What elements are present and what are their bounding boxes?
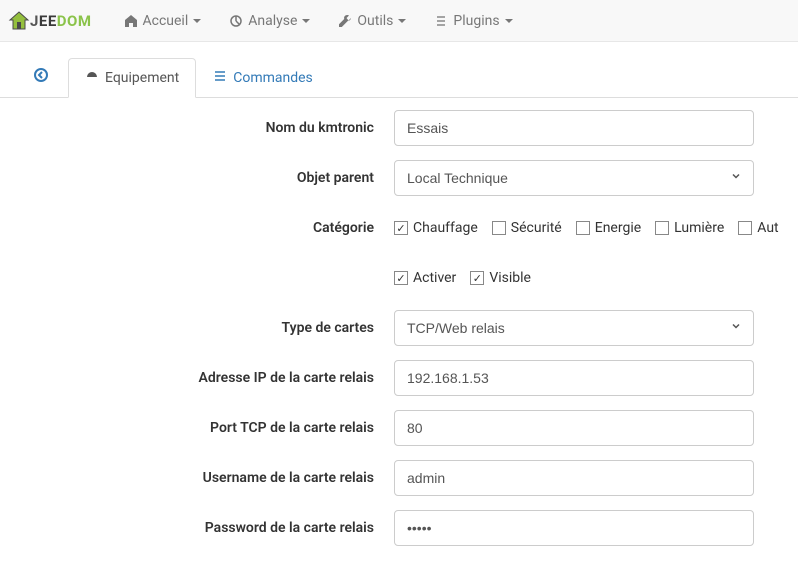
label-type-cartes: Type de cartes (14, 320, 394, 336)
user-input[interactable] (394, 460, 754, 496)
label-user: Username de la carte relais (14, 470, 394, 486)
label-parent: Objet parent (14, 170, 394, 186)
logo[interactable]: JEEDOM (8, 11, 92, 31)
nav-home-label: Accueil (143, 13, 189, 29)
category-securite[interactable]: Sécurité (492, 220, 562, 236)
caret-down-icon (505, 19, 513, 23)
back-button[interactable] (14, 56, 68, 98)
label-ip: Adresse IP de la carte relais (14, 370, 394, 386)
wrench-icon (338, 14, 352, 28)
category-autre[interactable]: Aut (738, 220, 778, 236)
category-label: Lumière (674, 220, 724, 236)
plugins-icon (434, 14, 448, 28)
checkbox-icon (492, 221, 506, 235)
checkbox-icon (655, 221, 669, 235)
type-cartes-select[interactable]: TCP/Web relais (394, 310, 754, 346)
pass-input[interactable] (394, 510, 754, 546)
checkbox-icon (470, 271, 484, 285)
nav-outils[interactable]: Outils (324, 13, 420, 29)
category-label: Sécurité (511, 220, 562, 236)
category-label: Chauffage (413, 220, 478, 236)
activer-checkbox[interactable]: Activer (394, 270, 456, 286)
tab-equipement[interactable]: Equipement (68, 58, 196, 98)
equipement-form: Nom du kmtronic Objet parent Local Techn… (0, 98, 798, 580)
category-label: Energie (595, 220, 641, 236)
visible-checkbox[interactable]: Visible (470, 270, 531, 286)
nav-plugins[interactable]: Plugins (420, 13, 526, 29)
tab-commandes[interactable]: Commandes (196, 58, 330, 98)
categories-row: Chauffage Sécurité Energie Lumière Aut (394, 210, 784, 246)
visible-label: Visible (489, 270, 531, 286)
nav-home[interactable]: Accueil (110, 13, 216, 29)
ip-input[interactable] (394, 360, 754, 396)
port-input[interactable] (394, 410, 754, 446)
activer-label: Activer (413, 270, 456, 286)
checkbox-icon (738, 221, 752, 235)
top-navbar: JEEDOM Accueil Analyse Outils Plugins (0, 0, 798, 42)
category-chauffage[interactable]: Chauffage (394, 220, 478, 236)
category-lumiere[interactable]: Lumière (655, 220, 724, 236)
checkbox-icon (394, 221, 408, 235)
tab-commandes-label: Commandes (233, 70, 313, 86)
parent-select[interactable]: Local Technique (394, 160, 754, 196)
logo-text: JEEDOM (30, 12, 92, 30)
label-port: Port TCP de la carte relais (14, 420, 394, 436)
list-icon (213, 69, 227, 87)
label-categorie: Catégorie (14, 220, 394, 236)
label-pass: Password de la carte relais (14, 520, 394, 536)
checkbox-icon (394, 271, 408, 285)
nav-plugins-label: Plugins (453, 13, 499, 29)
home-icon (124, 14, 138, 28)
caret-down-icon (398, 19, 406, 23)
tab-equipement-label: Equipement (105, 70, 179, 86)
nav-analyse[interactable]: Analyse (215, 13, 324, 29)
category-energie[interactable]: Energie (576, 220, 641, 236)
nav-analyse-label: Analyse (248, 13, 297, 29)
caret-down-icon (193, 19, 201, 23)
checkbox-icon (576, 221, 590, 235)
analyse-icon (229, 14, 243, 28)
arrow-left-icon (33, 67, 49, 87)
flags-row: Activer Visible (394, 260, 784, 296)
nom-input[interactable] (394, 110, 754, 146)
label-nom: Nom du kmtronic (14, 120, 394, 136)
house-icon (8, 11, 30, 31)
category-label: Aut (757, 220, 778, 236)
nav-outils-label: Outils (357, 13, 393, 29)
tab-bar: Equipement Commandes (0, 42, 798, 98)
caret-down-icon (302, 19, 310, 23)
dashboard-icon (85, 69, 99, 87)
